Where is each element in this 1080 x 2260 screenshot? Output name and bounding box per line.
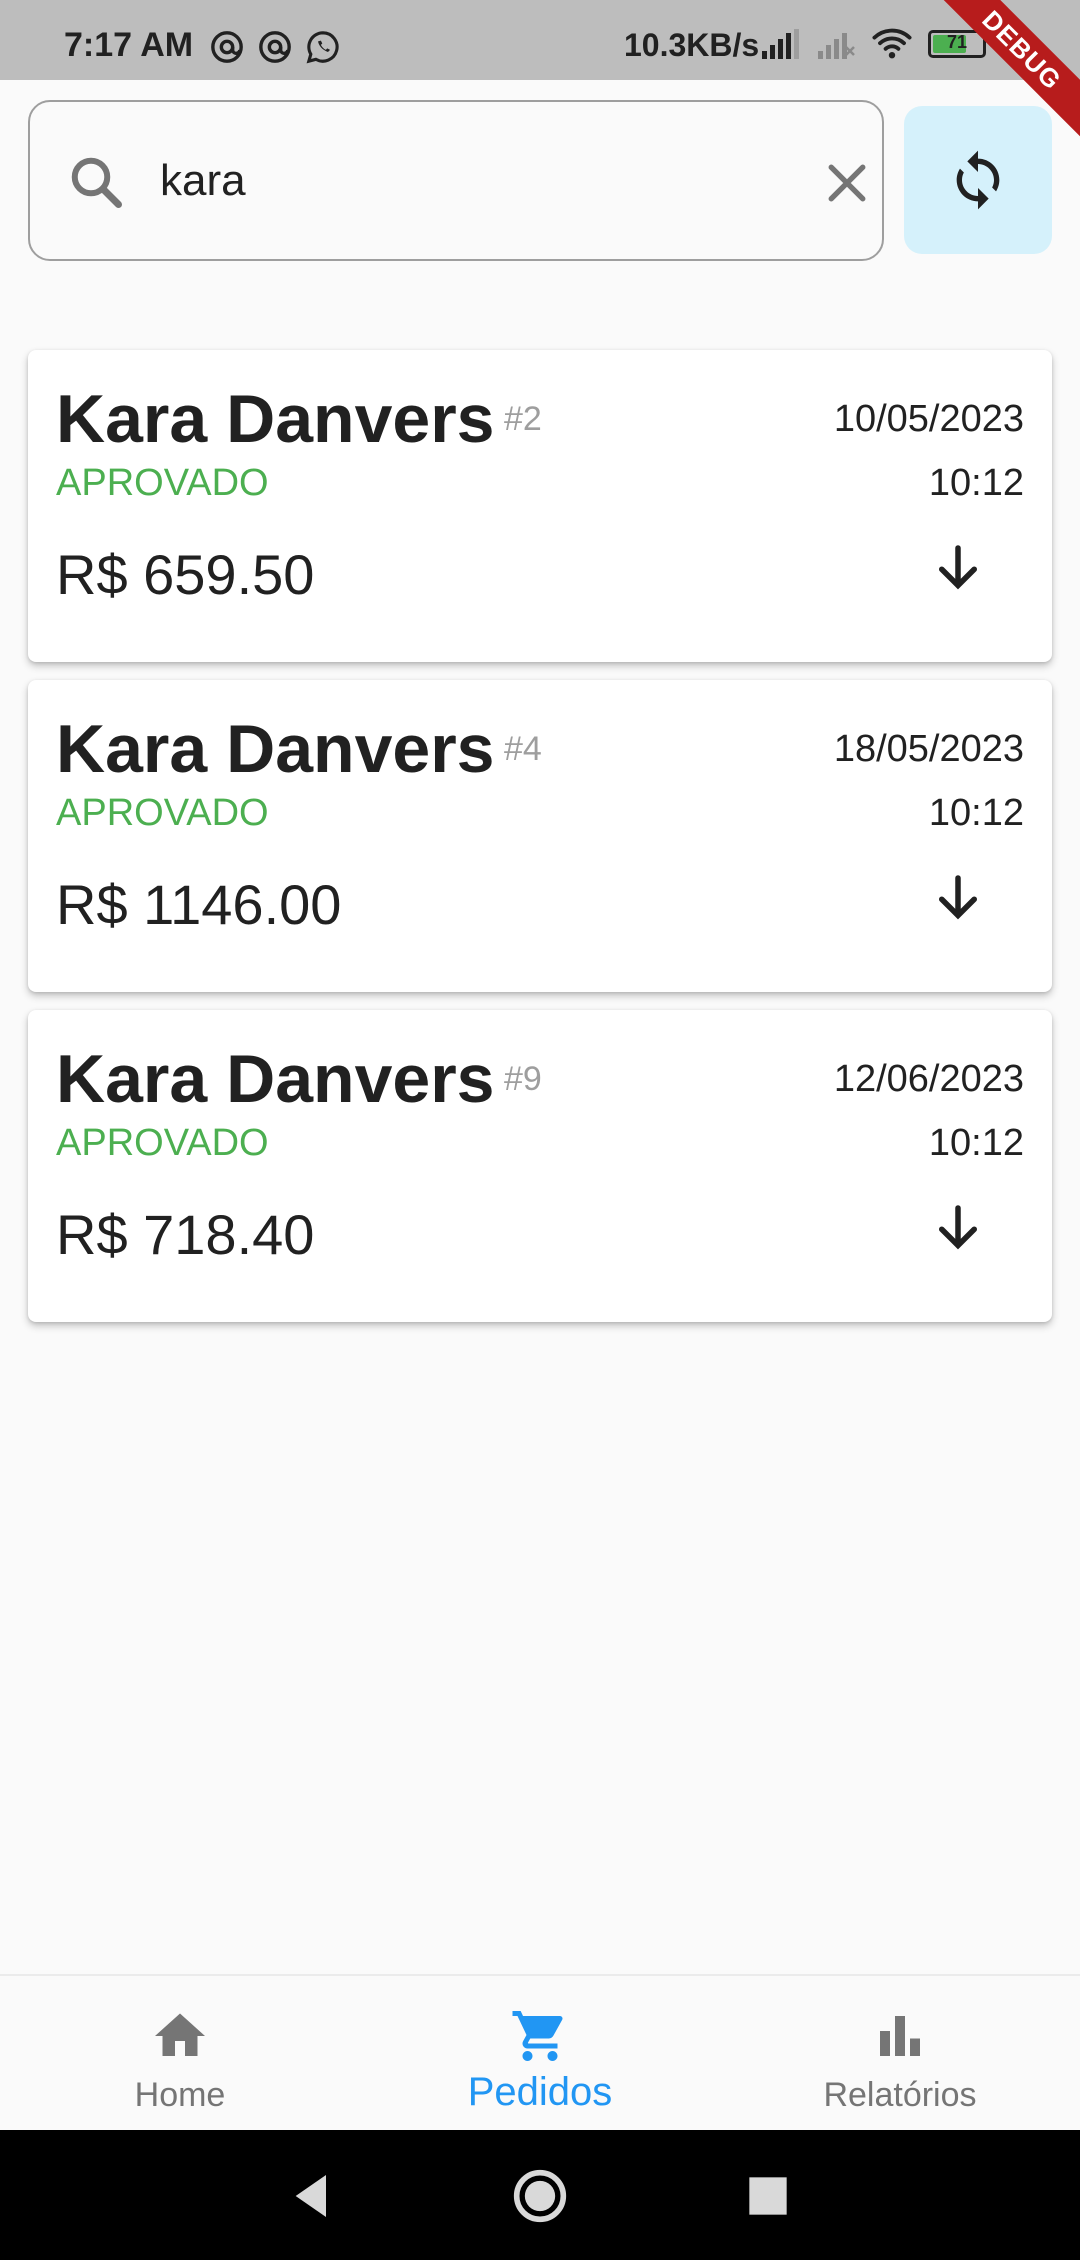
nav-label-relatorios: Relatórios xyxy=(823,2076,977,2114)
customer-name: Kara Danvers xyxy=(56,381,495,457)
whatsapp-icon xyxy=(306,31,339,64)
wifi-icon xyxy=(872,28,912,59)
search-bar[interactable] xyxy=(28,100,884,261)
order-time: 10:12 xyxy=(928,462,1024,504)
arrow-down-icon[interactable] xyxy=(928,868,988,928)
at-sign-icon xyxy=(211,31,243,63)
battery-level: 71 xyxy=(946,32,968,52)
order-amount: R$ 1146.00 xyxy=(56,873,342,936)
order-id: #2 xyxy=(504,400,542,438)
order-amount: R$ 659.50 xyxy=(56,543,315,606)
order-date: 10/05/2023 xyxy=(833,398,1024,440)
home-icon xyxy=(155,2013,205,2056)
order-date: 12/06/2023 xyxy=(833,1058,1024,1100)
order-status: APROVADO xyxy=(56,462,269,504)
sync-icon xyxy=(956,150,1000,210)
search-input[interactable] xyxy=(160,148,760,214)
bottom-navigation: Home Pedidos Relatórios xyxy=(0,1974,1080,2130)
order-status: APROVADO xyxy=(56,1122,269,1164)
arrow-down-icon[interactable] xyxy=(928,1198,988,1258)
close-icon[interactable] xyxy=(820,156,874,210)
order-card[interactable]: Kara Danvers #2 10/05/2023 APROVADO 10:1… xyxy=(28,350,1052,662)
refresh-button[interactable] xyxy=(904,106,1052,254)
nav-label-pedidos: Pedidos xyxy=(467,2070,613,2114)
status-bar: 7:17 AM 10.3KB/s 71 DEBUG xyxy=(0,0,1080,149)
order-id: #4 xyxy=(504,730,542,768)
network-speed: 10.3KB/s xyxy=(624,27,760,63)
signal-icon xyxy=(762,29,799,59)
status-time: 7:17 AM xyxy=(64,26,194,64)
nav-item-relatorios[interactable]: Relatórios xyxy=(720,1976,1080,2132)
order-date: 18/05/2023 xyxy=(833,728,1024,770)
back-icon[interactable] xyxy=(284,2168,340,2224)
at-sign-icon xyxy=(259,31,291,63)
bar-chart-icon xyxy=(880,2016,920,2056)
order-card[interactable]: Kara Danvers #9 12/06/2023 APROVADO 10:1… xyxy=(28,1010,1052,1322)
order-time: 10:12 xyxy=(928,792,1024,834)
system-navigation-bar xyxy=(0,2130,1080,2260)
search-icon xyxy=(71,157,122,208)
recents-icon[interactable] xyxy=(740,2168,796,2224)
order-status: APROVADO xyxy=(56,792,269,834)
nav-item-home[interactable]: Home xyxy=(0,1976,360,2132)
arrow-down-icon[interactable] xyxy=(928,538,988,598)
nav-item-pedidos[interactable]: Pedidos xyxy=(360,1976,720,2132)
notification-icons xyxy=(210,30,340,64)
customer-name: Kara Danvers xyxy=(56,1041,495,1117)
customer-name: Kara Danvers xyxy=(56,711,495,787)
cart-icon xyxy=(512,2011,563,2061)
order-amount: R$ 718.40 xyxy=(56,1203,315,1266)
signal-off-icon xyxy=(818,33,855,59)
nav-label-home: Home xyxy=(134,2076,226,2114)
home-button-icon[interactable] xyxy=(512,2168,568,2224)
order-time: 10:12 xyxy=(928,1122,1024,1164)
order-list: Kara Danvers #2 10/05/2023 APROVADO 10:1… xyxy=(28,350,1052,1340)
order-card[interactable]: Kara Danvers #4 18/05/2023 APROVADO 10:1… xyxy=(28,680,1052,992)
order-id: #9 xyxy=(504,1060,542,1098)
